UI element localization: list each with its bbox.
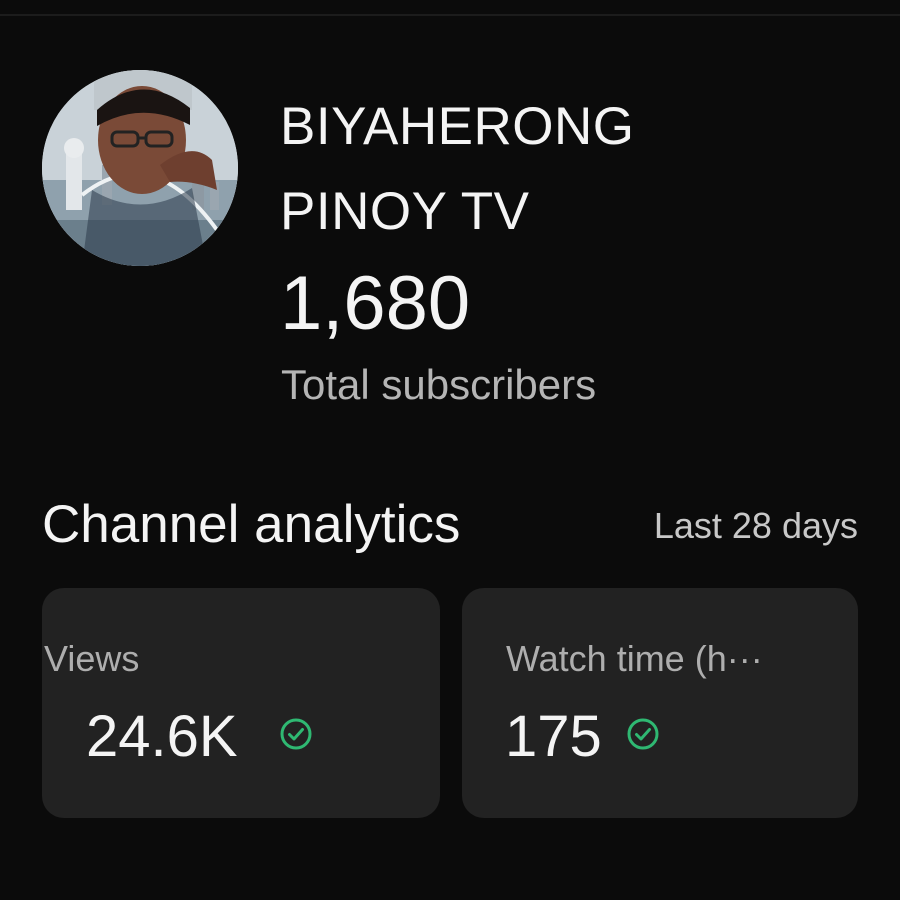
subscriber-count: 1,680	[280, 261, 471, 346]
check-circle-icon	[627, 718, 659, 750]
check-circle-icon	[280, 718, 312, 750]
channel-name: BIYAHERONG PINOY TV	[280, 84, 840, 254]
channel-name-line1: BIYAHERONG	[280, 97, 635, 156]
views-value: 24.6K	[86, 704, 238, 769]
analytics-title: Channel analytics	[42, 495, 461, 554]
channel-header: BIYAHERONG PINOY TV 1,680 Total subscrib…	[0, 0, 900, 430]
views-label: Views	[44, 638, 140, 679]
analytics-period[interactable]: Last 28 days	[654, 503, 858, 549]
avatar-image	[42, 70, 238, 266]
channel-avatar[interactable]	[42, 70, 238, 266]
channel-name-line2: PINOY TV	[280, 182, 530, 241]
watch-time-label: Watch time (h···	[506, 638, 763, 679]
watch-time-value: 175	[505, 704, 602, 769]
subscriber-label: Total subscribers	[281, 361, 597, 408]
